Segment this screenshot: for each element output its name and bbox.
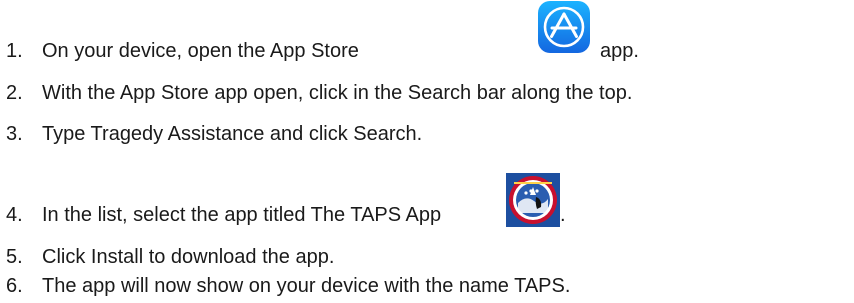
step-text: The app will now show on your device wit… — [42, 275, 571, 297]
step-number: 5. — [6, 246, 23, 268]
step-text-end: . — [560, 204, 566, 226]
list-item: 3. Type Tragedy Assistance and click Sea… — [0, 119, 854, 149]
list-item: 5. Click Install to download the app. — [0, 242, 854, 272]
step-number: 4. — [6, 204, 23, 226]
step-number: 1. — [6, 40, 23, 62]
list-item: 1. On your device, open the App Store ap… — [0, 36, 854, 66]
list-item: 4. In the list, select the app titled Th… — [0, 200, 854, 230]
step-text-end: app. — [600, 40, 639, 62]
step-text: Type Tragedy Assistance and click Search… — [42, 123, 423, 145]
step-text: Click Install to download the app. — [42, 246, 335, 268]
step-number: 2. — [6, 82, 23, 104]
step-text: In the list, select the app titled The T… — [42, 204, 442, 226]
list-item: 6. The app will now show on your device … — [0, 271, 854, 301]
taps-app-icon — [506, 173, 560, 227]
step-number: 6. — [6, 275, 23, 297]
step-number: 3. — [6, 123, 23, 145]
step-text: With the App Store app open, click in th… — [42, 82, 633, 104]
step-text: On your device, open the App Store — [42, 40, 359, 62]
list-item: 2. With the App Store app open, click in… — [0, 78, 854, 108]
app-store-icon — [537, 0, 591, 54]
